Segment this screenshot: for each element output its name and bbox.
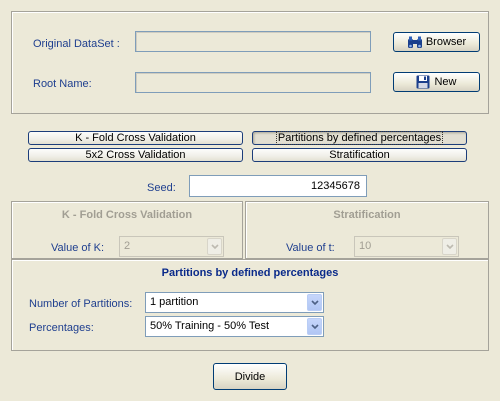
- percentages-select[interactable]: 50% Training - 50% Test: [145, 316, 324, 337]
- new-button[interactable]: New: [393, 72, 480, 92]
- kfold-toggle-button[interactable]: K - Fold Cross Validation: [28, 131, 243, 145]
- new-button-label: New: [434, 76, 457, 88]
- stratification-panel-title: Stratification: [333, 209, 401, 221]
- t-value-select[interactable]: 10: [354, 236, 459, 257]
- percentages-value: 50% Training - 50% Test: [150, 320, 270, 332]
- partitions-panel-title: Partitions by defined percentages: [161, 267, 339, 279]
- k-value-label: Value of K:: [51, 242, 104, 254]
- five-by-two-toggle-label: 5x2 Cross Validation: [85, 149, 186, 161]
- original-dataset-field[interactable]: [135, 31, 371, 52]
- chevron-down-icon: [442, 238, 457, 255]
- seed-label: Seed:: [147, 182, 176, 194]
- k-value-select[interactable]: 2: [119, 236, 224, 257]
- kfold-toggle-label: K - Fold Cross Validation: [75, 132, 196, 144]
- divide-button-label: Divide: [234, 370, 266, 383]
- partitions-toggle-button[interactable]: Partitions by defined percentages: [252, 131, 467, 145]
- k-value-text: 2: [124, 240, 131, 252]
- dataset-panel: [11, 11, 489, 114]
- percentages-label: Percentages:: [29, 322, 94, 334]
- number-of-partitions-value: 1 partition: [150, 296, 199, 308]
- number-of-partitions-select[interactable]: 1 partition: [145, 292, 324, 313]
- kfold-panel-title: K - Fold Cross Validation: [61, 209, 193, 221]
- stratification-toggle-button[interactable]: Stratification: [252, 148, 467, 162]
- browser-button[interactable]: Browser: [393, 32, 480, 52]
- t-value-label: Value of t:: [286, 242, 335, 254]
- t-value-text: 10: [359, 240, 372, 252]
- seed-input[interactable]: 12345678: [189, 175, 367, 197]
- original-dataset-label: Original DataSet :: [33, 38, 120, 50]
- browser-button-label: Browser: [425, 36, 467, 48]
- partitions-toggle-label: Partitions by defined percentages: [275, 131, 444, 145]
- floppy-disk-icon: [416, 75, 430, 89]
- root-name-field[interactable]: [135, 72, 371, 93]
- number-of-partitions-label: Number of Partitions:: [29, 298, 133, 310]
- chevron-down-icon: [307, 294, 322, 311]
- root-name-label: Root Name:: [33, 78, 92, 90]
- stratification-toggle-label: Stratification: [329, 149, 390, 161]
- binoculars-icon: [407, 36, 423, 49]
- chevron-down-icon: [207, 238, 222, 255]
- five-by-two-toggle-button[interactable]: 5x2 Cross Validation: [28, 148, 243, 162]
- chevron-down-icon: [307, 318, 322, 335]
- divide-button[interactable]: Divide: [213, 363, 287, 390]
